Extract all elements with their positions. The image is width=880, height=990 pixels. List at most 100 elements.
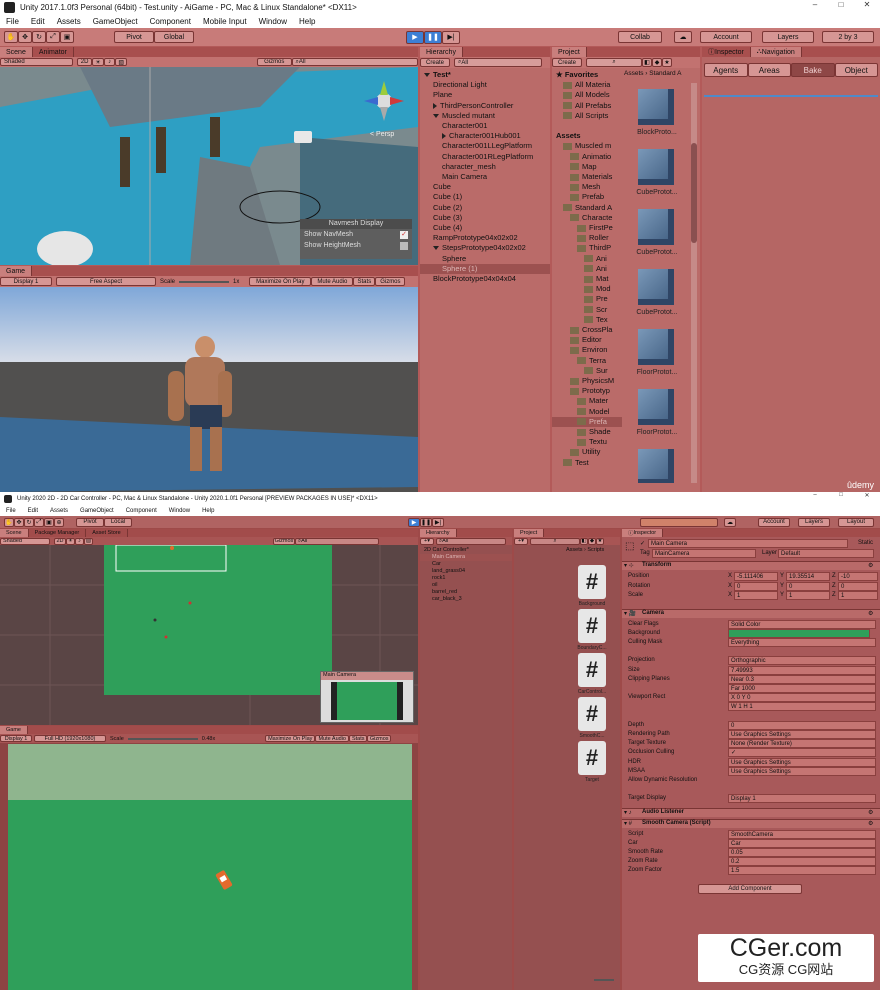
hierarchy-item-2-row[interactable]: Main Camera [420,554,512,561]
layout-dropdown-2[interactable]: Layout [838,517,874,527]
tab-game[interactable]: Game [0,266,33,276]
hierarchy-item-2-row[interactable]: barrel_red [420,589,512,596]
hand-tool-icon-2[interactable]: ✋ [4,517,14,527]
project-folder-row[interactable]: Shade [552,427,622,437]
nav-object-button[interactable]: Object [834,63,878,77]
gizmos-dropdown[interactable]: Gizmos [256,58,292,66]
hierarchy-item-row[interactable]: Cube (2) [420,203,550,213]
tab-animator[interactable]: Animator [33,47,74,57]
script-field-value[interactable]: 1.5 [728,866,876,876]
project-folder-row[interactable]: All Models [552,90,622,100]
hierarchy-item-row[interactable]: Sphere (1) [420,263,550,274]
hierarchy-item-row[interactable]: BlockPrototype04x04x04 [420,274,550,284]
tab-project-2[interactable]: Project [514,529,545,537]
tab-package-manager-2[interactable]: Package Manager [29,529,87,537]
menu-item-gameobject[interactable]: GameObject [87,17,144,26]
move-tool-icon-2[interactable]: ✥ [14,517,24,527]
project-folder-row[interactable]: ★ Favorites [552,70,622,80]
x-input[interactable]: 1 [734,591,778,600]
filter-type-icon[interactable]: ◧ [642,58,652,67]
play-button-2[interactable]: ▶ [408,517,420,527]
project-folder-row[interactable]: Test [552,458,622,468]
hierarchy-search-input-2[interactable]: ⌕ All [436,537,506,545]
perspective-label[interactable]: < Persp [370,131,394,138]
project-folder-row[interactable]: Standard A [552,203,622,213]
camera-row-value[interactable]: Everything [728,637,876,647]
step-button-2[interactable]: ▶| [432,517,444,527]
menu-item-component[interactable]: Component [120,508,163,514]
hierarchy-item-row[interactable]: Muscled mutant [420,111,550,121]
layers-dropdown-2[interactable]: Layers [798,517,830,527]
camera-row-value[interactable]: Use Graphics Settings [728,757,876,767]
camera-row-value[interactable]: Use Graphics Settings [728,766,876,776]
project-add-button-2[interactable]: +▾ [514,537,528,545]
display-dropdown-2[interactable]: Display 1 [0,735,32,742]
2d-toggle-2[interactable]: 2D [54,537,66,545]
menu-item-mobile-input[interactable]: Mobile Input [197,17,253,26]
script-field-value[interactable]: SmoothCamera [728,829,876,839]
expand-down-icon[interactable] [433,246,439,251]
hierarchy-item-row[interactable]: StepsPrototype04x02x02 [420,243,550,253]
cloud-icon-2[interactable]: ☁ [724,517,736,527]
maximize-button-2[interactable]: □ [828,492,854,506]
audio-listener-gear-icon[interactable]: ⚙ [868,809,873,816]
menu-item-assets[interactable]: Assets [44,508,74,514]
project-folder-row[interactable]: Materials [552,172,622,182]
hierarchy-item-row[interactable]: Character001RLegPlatform [420,152,550,162]
camera-row-value[interactable]: 7.49993 [728,665,876,675]
project-create-button[interactable]: Create [552,58,582,67]
effects-toggle-icon[interactable]: ▧ [115,58,127,66]
smooth-camera-gear-icon[interactable]: ⚙ [868,820,873,827]
rect-tool-icon-2[interactable]: ▣ [44,517,54,527]
game-gizmos-toggle[interactable]: Gizmos [375,277,406,286]
project-folder-row[interactable]: CrossPla [552,325,622,335]
filter-label-icon-2[interactable]: ◆ [588,537,596,545]
hierarchy-item-row[interactable]: Test* [420,70,550,80]
project-folder-row[interactable]: Muscled m [552,141,622,151]
project-folder-row[interactable]: Textu [552,437,622,447]
scale-tool-icon-2[interactable]: ⤢ [34,517,44,527]
hierarchy-item-row[interactable]: RampPrototype04x02x02 [420,233,550,243]
minimize-button-2[interactable]: – [802,492,828,506]
project-folder-row[interactable]: Mater [552,396,622,406]
camera-row-value[interactable]: ✓ [728,748,876,758]
tab-inspector-2[interactable]: ⓘ Inspector [622,529,664,537]
show-navmesh-row[interactable]: Show NavMesh ✓ [300,229,412,241]
hierarchy-item-row[interactable]: Plane [420,90,550,100]
game-viewport-2[interactable] [8,744,412,990]
asset-prefab-icon[interactable] [638,89,674,125]
tab-project[interactable]: Project [552,47,587,57]
menu-item-window[interactable]: Window [253,17,293,26]
play-button[interactable]: ▶ [406,30,424,44]
project-folder-row[interactable]: Ani [552,264,622,274]
collab-button[interactable]: Collab [618,31,662,43]
project-search-input[interactable]: ⌕ [586,58,642,67]
camera-row-value[interactable]: Near 0.3 [728,674,876,684]
hierarchy-item-row[interactable]: Character001LLegPlatform [420,141,550,151]
project-folder-row[interactable]: Prototyp [552,386,622,396]
project-folder-row[interactable]: Editor [552,335,622,345]
static-toggle[interactable]: Static [858,540,873,546]
x-input[interactable]: 0 [734,581,778,591]
project-folder-row[interactable]: Map [552,162,622,172]
project-breadcrumb-2[interactable]: Assets › Scripts [566,547,618,553]
icon-size-slider-2[interactable] [594,979,614,981]
collab-button-2[interactable] [640,517,718,527]
stats-toggle[interactable]: Stats [353,277,376,286]
mute-audio-toggle-2[interactable]: Mute Audio [315,735,350,742]
light-toggle-icon-2[interactable]: ☀ [66,537,75,545]
background-color-swatch[interactable] [728,628,870,638]
hierarchy-item-2-row[interactable]: car_black_3 [420,596,512,603]
project-folder-row[interactable]: Assets [552,131,622,141]
scene-search-input-2[interactable]: ⌕ All [295,537,379,545]
shading-dropdown-2[interactable]: Shaded [0,537,50,545]
rect-tool-icon[interactable]: ▣ [60,31,74,43]
filter-label-icon[interactable]: ◆ [652,58,662,67]
stats-toggle-2[interactable]: Stats [349,735,368,742]
tab-inspector[interactable]: ⓘ Inspector [702,47,751,57]
tab-scene-2[interactable]: Scene [0,529,29,537]
x-input[interactable]: -5.111406 [734,572,778,581]
hierarchy-item-2-row[interactable]: rock1 [420,575,512,582]
layer-dropdown[interactable]: Default [778,549,874,558]
maximize-on-play-toggle-2[interactable]: Maximize On Play [265,735,316,742]
